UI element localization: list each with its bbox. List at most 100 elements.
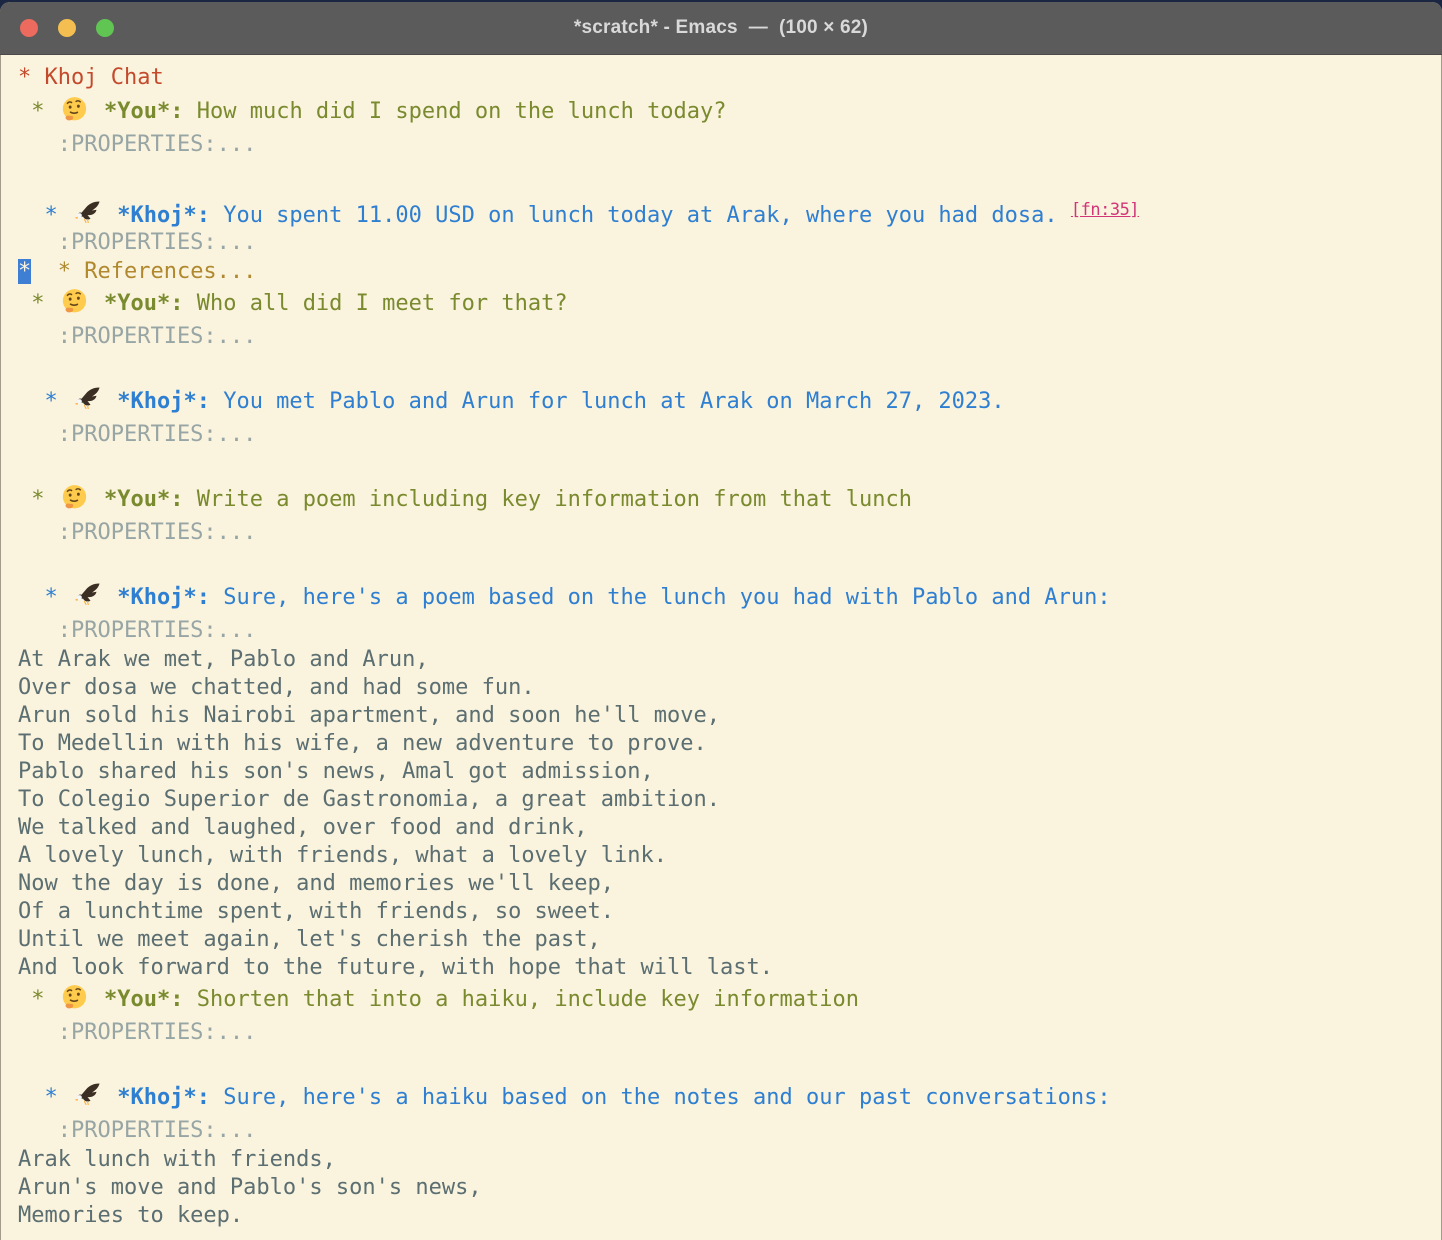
org-heading-khoj-chat[interactable]: * Khoj Chat xyxy=(18,62,1438,94)
text-segment: Arun's move and Pablo's son's news, xyxy=(18,1175,482,1200)
text-segment: * xyxy=(18,487,58,512)
text-segment: *Khoj*: xyxy=(117,585,210,610)
text-segment: *You*: xyxy=(104,487,183,512)
text-segment: Shorten that into a haiku, include key i… xyxy=(183,987,859,1012)
emacs-window: *scratch* - Emacs — (100 × 62) * Khoj Ch… xyxy=(0,2,1442,1240)
eagle-icon xyxy=(74,200,101,227)
buffer[interactable]: * Khoj Chat * *You*: How much did I spen… xyxy=(0,55,1442,1240)
chat-message-khoj[interactable]: * *Khoj*: Sure, here's a haiku based on … xyxy=(18,1080,1438,1116)
text-segment xyxy=(104,585,117,610)
text-segment: You spent 11.00 USD on lunch today at Ar… xyxy=(210,203,1071,228)
properties-drawer[interactable]: :PROPERTIES:... xyxy=(18,132,256,157)
text-segment: You met Pablo and Arun for lunch at Arak… xyxy=(210,389,1005,414)
blank-line[interactable] xyxy=(18,1048,1438,1080)
text-segment: * xyxy=(18,585,71,610)
text-segment: *Khoj*: xyxy=(117,389,210,414)
text-segment: * xyxy=(18,99,58,124)
close-button[interactable] xyxy=(20,19,38,37)
poem-line[interactable]: A lovely lunch, with friends, what a lov… xyxy=(18,842,1438,870)
thinking-face-icon xyxy=(61,984,88,1011)
text-segment: We talked and laughed, over food and dri… xyxy=(18,815,588,840)
references-folded-heading[interactable]: * References... xyxy=(31,259,256,284)
blank-line[interactable] xyxy=(18,160,1438,192)
properties-drawer[interactable]: :PROPERTIES:... xyxy=(18,1118,256,1143)
poem-line[interactable]: Pablo shared his son's news, Amal got ad… xyxy=(18,758,1438,786)
poem-line[interactable]: Until we meet again, let's cherish the p… xyxy=(18,926,1438,954)
text-segment: How much did I spend on the lunch today? xyxy=(183,99,726,124)
properties-drawer-folded[interactable]: :PROPERTIES:... xyxy=(18,616,1438,646)
text-segment xyxy=(91,99,104,124)
chat-message-you[interactable]: * *You*: Write a poem including key info… xyxy=(18,482,1438,518)
properties-drawer-folded[interactable]: :PROPERTIES:... xyxy=(18,1116,1438,1146)
thinking-face-icon xyxy=(61,484,88,511)
text-segment xyxy=(104,1085,117,1110)
text-segment: A lovely lunch, with friends, what a lov… xyxy=(18,843,667,868)
properties-drawer[interactable]: :PROPERTIES:... xyxy=(18,324,256,349)
text-segment: * xyxy=(18,987,58,1012)
properties-drawer[interactable]: :PROPERTIES:... xyxy=(18,230,256,255)
poem-line[interactable]: Over dosa we chatted, and had some fun. xyxy=(18,674,1438,702)
properties-drawer[interactable]: :PROPERTIES:... xyxy=(18,422,256,447)
text-segment: *You*: xyxy=(104,99,183,124)
text-segment: Memories to keep. xyxy=(18,1203,243,1228)
blank-line[interactable] xyxy=(18,450,1438,482)
properties-drawer-folded[interactable]: :PROPERTIES:... xyxy=(18,1018,1438,1048)
references-heading-line[interactable]: * * References... xyxy=(18,258,1438,286)
poem-line[interactable]: Now the day is done, and memories we'll … xyxy=(18,870,1438,898)
chat-message-you[interactable]: * *You*: Who all did I meet for that? xyxy=(18,286,1438,322)
text-segment xyxy=(91,987,104,1012)
poem-line[interactable]: Arun sold his Nairobi apartment, and soo… xyxy=(18,702,1438,730)
thinking-face-icon xyxy=(61,288,88,315)
chat-message-khoj[interactable]: * *Khoj*: You met Pablo and Arun for lun… xyxy=(18,384,1438,420)
blank-line[interactable] xyxy=(18,352,1438,384)
poem-line[interactable]: Of a lunchtime spent, with friends, so s… xyxy=(18,898,1438,926)
text-segment: * xyxy=(18,203,71,228)
text-cursor: * xyxy=(18,259,31,284)
eagle-icon xyxy=(74,386,101,413)
text-segment: To Medellin with his wife, a new adventu… xyxy=(18,731,707,756)
text-segment: * xyxy=(18,389,71,414)
text-segment xyxy=(104,203,117,228)
titlebar[interactable]: *scratch* - Emacs — (100 × 62) xyxy=(0,2,1442,55)
properties-drawer-folded[interactable]: :PROPERTIES:... xyxy=(18,518,1438,548)
chat-message-you[interactable]: * *You*: Shorten that into a haiku, incl… xyxy=(18,982,1438,1018)
text-segment: *Khoj*: xyxy=(117,203,210,228)
traffic-lights xyxy=(20,19,114,37)
properties-drawer[interactable]: :PROPERTIES:... xyxy=(18,618,256,643)
properties-drawer[interactable]: :PROPERTIES:... xyxy=(18,1020,256,1045)
poem-line[interactable]: To Medellin with his wife, a new adventu… xyxy=(18,730,1438,758)
haiku-line[interactable]: Arun's move and Pablo's son's news, xyxy=(18,1174,1438,1202)
text-segment: Now the day is done, and memories we'll … xyxy=(18,871,614,896)
text-segment: *Khoj*: xyxy=(117,1085,210,1110)
blank-line[interactable] xyxy=(18,548,1438,580)
chat-message-khoj[interactable]: * *Khoj*: You spent 11.00 USD on lunch t… xyxy=(18,192,1438,228)
properties-drawer[interactable]: :PROPERTIES:... xyxy=(18,520,256,545)
properties-drawer-folded[interactable]: :PROPERTIES:... xyxy=(18,420,1438,450)
chat-message-khoj[interactable]: * *Khoj*: Sure, here's a poem based on t… xyxy=(18,580,1438,616)
poem-line[interactable]: At Arak we met, Pablo and Arun, xyxy=(18,646,1438,674)
properties-drawer-folded[interactable]: :PROPERTIES:... xyxy=(18,228,1438,258)
text-segment: Who all did I meet for that? xyxy=(183,291,567,316)
minimize-button[interactable] xyxy=(58,19,76,37)
zoom-button[interactable] xyxy=(96,19,114,37)
text-segment: And look forward to the future, with hop… xyxy=(18,955,773,980)
properties-drawer-folded[interactable]: :PROPERTIES:... xyxy=(18,130,1438,160)
eagle-icon xyxy=(74,1082,101,1109)
haiku-line[interactable]: Arak lunch with friends, xyxy=(18,1146,1438,1174)
text-segment: *You*: xyxy=(104,291,183,316)
text-segment xyxy=(91,291,104,316)
footnote-link[interactable]: [fn:35] xyxy=(1071,200,1139,220)
haiku-line[interactable]: Memories to keep. xyxy=(18,1202,1438,1230)
chat-message-you[interactable]: * *You*: How much did I spend on the lun… xyxy=(18,94,1438,130)
text-segment: Sure, here's a haiku based on the notes … xyxy=(210,1085,1111,1110)
poem-line[interactable]: To Colegio Superior de Gastronomia, a gr… xyxy=(18,786,1438,814)
text-segment: Arun sold his Nairobi apartment, and soo… xyxy=(18,703,720,728)
text-segment: Arak lunch with friends, xyxy=(18,1147,336,1172)
text-segment xyxy=(104,389,117,414)
text-segment: To Colegio Superior de Gastronomia, a gr… xyxy=(18,787,720,812)
poem-line[interactable]: And look forward to the future, with hop… xyxy=(18,954,1438,982)
eagle-icon xyxy=(74,582,101,609)
poem-line[interactable]: We talked and laughed, over food and dri… xyxy=(18,814,1438,842)
properties-drawer-folded[interactable]: :PROPERTIES:... xyxy=(18,322,1438,352)
text-segment: Pablo shared his son's news, Amal got ad… xyxy=(18,759,654,784)
